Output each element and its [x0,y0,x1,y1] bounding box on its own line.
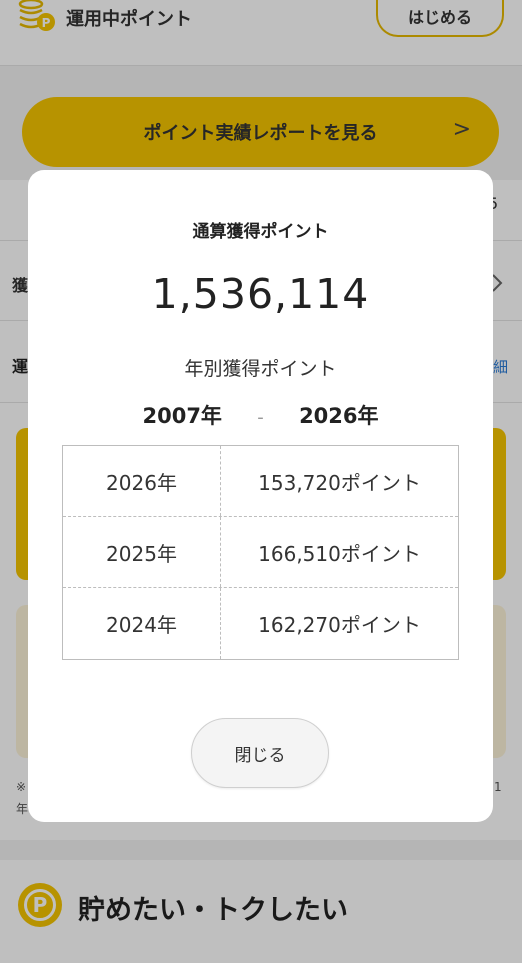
total-points: 1,536,114 [151,270,370,318]
range-start: 2007年 [142,404,222,428]
table-row: 2025年 166,510ポイント [63,517,458,588]
points-cell: 166,510ポイント [258,541,421,566]
year-cell: 2025年 [63,517,221,587]
modal-heading: 通算獲得ポイント [192,222,329,242]
points-modal: 通算獲得ポイント 1,536,114 年別獲得ポイント 2007年 - 2026… [28,170,493,822]
points-cell: 153,720ポイント [258,470,421,495]
year-cell: 2026年 [63,446,221,516]
yearly-heading: 年別獲得ポイント [184,358,337,380]
close-button[interactable]: 閉じる [191,718,329,788]
range-end: 2026年 [299,404,379,428]
yearly-points-table: 2026年 153,720ポイント 2025年 166,510ポイント 2024… [62,445,459,660]
points-cell: 162,270ポイント [258,613,421,637]
year-range: 2007年 - 2026年 [28,400,493,430]
table-row: 2024年 162,270ポイント [63,588,458,659]
year-cell: 2024年 [63,588,221,659]
table-row: 2026年 153,720ポイント [63,446,458,517]
range-separator: - [257,407,264,428]
